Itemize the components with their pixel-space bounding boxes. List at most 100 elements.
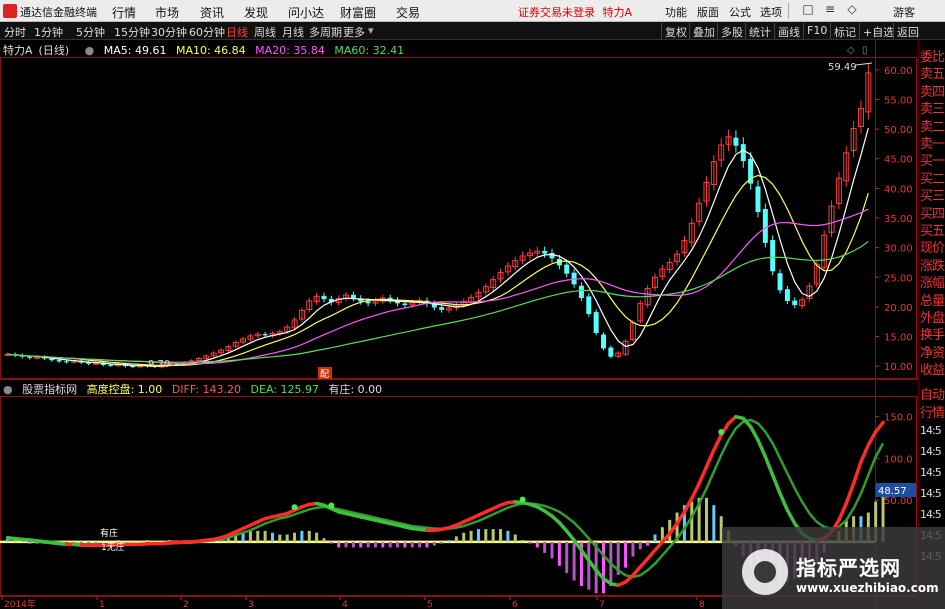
btn-huaxian[interactable]: 画线 [774,23,803,39]
time-tick-label: 4 [342,600,348,609]
indicator-value-badge-text: 48.57 [878,486,907,497]
diff-line-segment [778,491,790,512]
bottom-tab[interactable]: 行情 [920,402,945,422]
menu-faxian[interactable]: 发现 [244,4,268,21]
btn-zixuan[interactable]: +自选 [859,23,897,39]
candle-down [755,186,761,213]
price-tick-label: 20.00 [884,303,913,314]
period-1min[interactable]: 1分钟 [34,24,63,40]
candle-down [608,347,614,357]
period-fenshi[interactable]: 分时 [4,24,26,40]
period-multi[interactable]: 多周期 [309,24,342,40]
watermark-url: www.xuezhibiao.com [796,581,939,595]
diff-line-segment [837,501,849,522]
menu-shichang[interactable]: 市场 [155,4,179,21]
candle-down [593,312,599,333]
candle-down [56,360,62,362]
high-price-arrow [855,62,873,66]
price-tick-label: 15.00 [884,333,913,344]
candle-down [762,208,768,243]
period-daily[interactable]: 日线 [226,24,248,40]
event-marker-label: 配 [320,369,329,380]
tool-gongneng[interactable]: 功能 [665,4,687,20]
tool-xuanxiang[interactable]: 选项 [760,4,782,20]
price-tick-label: 25.00 [884,273,913,284]
menu-jiaoyi[interactable]: 交易 [396,4,420,21]
candles [4,64,872,369]
period-monthly[interactable]: 月线 [282,24,304,40]
candle-down [321,295,327,300]
diff-line-segment [564,529,576,542]
quote-tab[interactable]: 收益 [920,359,945,379]
period-weekly[interactable]: 周线 [254,24,276,40]
diff-line-segment [770,473,782,496]
tool-banmian[interactable]: 版面 [697,4,719,20]
btn-diejia[interactable]: 叠加 [689,23,718,39]
btn-tongji[interactable]: 统计 [745,23,774,39]
stock-title: 特力A [602,6,633,19]
panel-icon[interactable]: ▯ [862,45,868,56]
trade-time: 14:5 [920,487,942,500]
time-tick-label: 2 [183,600,189,609]
price-tick-label: 55.00 [884,95,913,106]
peak-marker [328,502,335,509]
candle-down [27,356,33,358]
kline-chart[interactable]: 60.00 55.00 50.00 45.00 40.00 35.00 30.00 25.00… [0,40,918,609]
candle-down [108,364,114,366]
diff-line-segment [785,508,797,526]
price-tick-label: 35.00 [884,214,913,225]
candle-down [777,273,783,291]
skin-icon[interactable]: ◇ [844,2,860,18]
diff-line-segment [690,481,701,501]
app-logo-icon [3,4,17,18]
price-tick-label: 50.00 [884,125,913,136]
period-15min[interactable]: 15分钟 [114,24,150,40]
chat-icon[interactable]: □ [800,2,816,18]
time-tick-label: 8 [699,600,705,609]
ma10-line [7,174,869,367]
price-panel-frame [0,57,917,379]
menu-hangqing[interactable]: 行情 [112,4,136,21]
tool-gongshi[interactable]: 公式 [729,4,751,20]
candle-down [740,144,746,162]
candle-down [601,334,607,349]
guest-label[interactable]: 游客 [893,4,915,20]
period-more[interactable]: 更多 [343,24,365,40]
menu-caifuquan[interactable]: 财富圈 [340,4,376,21]
youzhuang-label: 有庄 [100,527,118,539]
period-5min[interactable]: 5分钟 [76,24,105,40]
chevron-down-icon[interactable]: ▾ [368,24,374,37]
btn-duogu[interactable]: 多股 [717,23,746,39]
ma20-line [7,208,869,365]
btn-biaoji[interactable]: 标记 [830,23,859,39]
watermark-logo-icon [742,549,788,595]
time-tick-label: 3 [248,600,254,609]
diff-line-segment [748,424,760,442]
btn-fanhui[interactable]: 返回 [893,23,922,39]
candle-down [733,137,739,146]
time-axis: 2014年 1 2 3 4 5 6 7 8 [1,596,705,609]
price-tick-label: 60.00 [884,66,913,77]
menu-zixun[interactable]: 资讯 [200,4,224,21]
time-tick-label: 1 [99,600,105,609]
indicator-tick-label: 50.00 [884,496,913,507]
candle-down [365,301,371,304]
candle-down [564,264,570,274]
diamond-icon[interactable]: ◇ [847,45,855,56]
period-60min[interactable]: 60分钟 [189,24,225,40]
btn-f10[interactable]: F10 [803,23,830,39]
menu-wenxiaoda[interactable]: 问小达 [288,4,324,21]
login-warning[interactable]: 证券交易未登录 特力A [518,4,632,20]
diff-line-segment [859,443,871,464]
diff-line-segment [697,465,709,486]
period-30min[interactable]: 30分钟 [151,24,187,40]
diff-line-segment [712,433,723,452]
btn-fuquan[interactable]: 复权 [661,23,690,39]
candle-down [586,296,592,314]
time-tick-label: 7 [599,600,605,609]
app-name: 通达信金融终端 [20,6,97,19]
menu-icon[interactable]: ≡ [822,2,838,18]
candle-up [34,356,41,359]
bottom-tab[interactable]: 自动 [920,384,945,404]
candle-down [439,307,445,310]
